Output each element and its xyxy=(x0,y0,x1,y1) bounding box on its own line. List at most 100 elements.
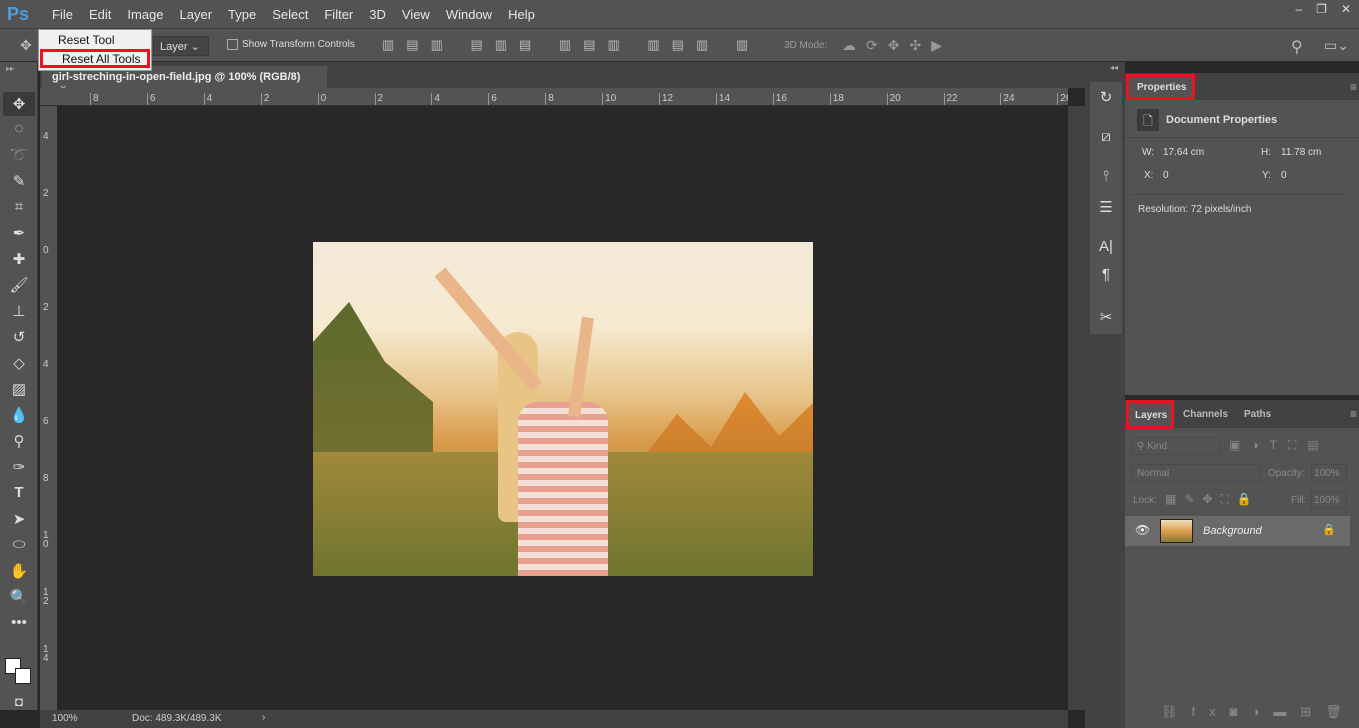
menu-3d[interactable]: 3D xyxy=(361,7,394,22)
menu-help[interactable]: Help xyxy=(500,7,543,22)
menu-file[interactable]: File xyxy=(44,7,81,22)
menu-edit[interactable]: Edit xyxy=(81,7,119,22)
menu-image[interactable]: Image xyxy=(119,7,171,22)
hand-tool-icon[interactable]: ✋ xyxy=(0,562,38,580)
lasso-tool-icon[interactable]: ➰ xyxy=(0,146,38,164)
tool-presets-icon[interactable]: ✂ xyxy=(1090,308,1122,326)
layer-thumbnail xyxy=(1160,519,1193,543)
move-tool-preset-icon[interactable]: ✥ xyxy=(20,37,32,54)
eraser-icon[interactable]: ◇ xyxy=(0,354,38,372)
zoom-tool-icon[interactable]: 🔍 xyxy=(0,588,38,606)
marquee-tool-icon[interactable]: ◌ xyxy=(0,120,38,137)
kind-label: Kind xyxy=(1147,441,1168,452)
eyedropper-icon[interactable]: ✒ xyxy=(0,224,38,242)
properties-panel: Properties ≡ 🗋 Document Properties W: 17… xyxy=(1125,73,1359,395)
properties-panel-icon[interactable]: ☰ xyxy=(1090,198,1122,216)
tab-channels[interactable]: Channels xyxy=(1183,409,1228,420)
status-menu-arrow[interactable]: › xyxy=(262,712,265,723)
filter-icons[interactable]: ▣◑T⛶▤ xyxy=(1229,438,1330,453)
ruler-tick-label: 4 xyxy=(431,93,440,105)
ruler-tick-label: 6 xyxy=(43,416,49,427)
crop-tool-icon[interactable]: ⌗ xyxy=(0,198,38,215)
auto-select-dropdown[interactable]: Layer ⌄ xyxy=(153,36,209,56)
menu-type[interactable]: Type xyxy=(220,7,264,22)
layer-name[interactable]: Background xyxy=(1203,525,1262,537)
layers-footer-icons[interactable]: ⛓fx◙◑▬⊞🗑 xyxy=(1161,704,1356,720)
adjustment-layer-icon[interactable]: ◑ xyxy=(1252,704,1274,719)
layer-row-background[interactable]: 👁 Background 🔒 xyxy=(1125,516,1350,546)
character-panel-icon[interactable]: A| xyxy=(1090,238,1122,255)
close-button[interactable]: ✕ xyxy=(1341,2,1351,16)
show-transform-checkbox[interactable] xyxy=(227,39,238,50)
height-value[interactable]: 11.78 cm xyxy=(1281,147,1321,158)
pen-tool-icon[interactable]: ✑ xyxy=(0,458,38,476)
gradient-icon[interactable]: ▨ xyxy=(0,380,38,398)
y-value[interactable]: 0 xyxy=(1281,170,1287,181)
align-icons[interactable]: ▥▤▥ ▤▥▤ ▥▤▥ ▥▤▥ ▥ xyxy=(382,37,760,53)
lock-icons[interactable]: ▦✎✥⛶🔒 xyxy=(1165,492,1260,507)
brush-settings-icon[interactable]: ⧄ xyxy=(1090,128,1122,145)
x-value[interactable]: 0 xyxy=(1163,170,1169,181)
ruler-tick-label: 8 xyxy=(545,93,554,105)
menu-window[interactable]: Window xyxy=(438,7,500,22)
tab-layers[interactable]: Layers xyxy=(1126,400,1174,429)
restore-button[interactable]: ❐ xyxy=(1316,2,1327,16)
new-layer-icon[interactable]: ⊞ xyxy=(1300,704,1325,719)
visibility-eye-icon[interactable]: 👁 xyxy=(1135,523,1150,537)
reset-all-tools-item[interactable]: Reset All Tools xyxy=(40,49,150,68)
link-layers-icon[interactable]: ⛓ xyxy=(1161,704,1192,719)
ellipse-tool-icon[interactable]: ⬭ xyxy=(0,536,38,553)
delete-layer-icon[interactable]: 🗑 xyxy=(1325,704,1356,719)
quick-mask-icon[interactable]: ◘ xyxy=(0,694,38,709)
menu-view[interactable]: View xyxy=(394,7,438,22)
tab-properties[interactable]: Properties xyxy=(1126,74,1195,100)
minimize-button[interactable]: – xyxy=(1295,2,1302,16)
search-icon[interactable]: ⚲ xyxy=(1291,37,1303,57)
menu-select[interactable]: Select xyxy=(264,7,316,22)
fill-label: Fill: xyxy=(1291,495,1307,506)
collapse-dock-icon[interactable]: ◂◂ xyxy=(1110,63,1118,72)
workspace-icon[interactable]: ▭⌄ xyxy=(1324,37,1349,54)
new-group-icon[interactable]: ▬ xyxy=(1273,704,1300,719)
quick-selection-icon[interactable]: ✎ xyxy=(0,172,38,190)
options-bar: ✥ Layer ⌄ Show Transform Controls ▥▤▥ ▤▥… xyxy=(0,28,1359,62)
ruler-tick-label: 1 0 xyxy=(43,530,49,550)
collapse-arrows-icon[interactable]: ▸▸ xyxy=(6,64,14,73)
paragraph-panel-icon[interactable]: ¶ xyxy=(1090,266,1122,283)
layers-panel: Layers Channels Paths ≡ ⚲ Kind ▣◑T⛶▤ Nor… xyxy=(1125,400,1359,728)
history-brush-icon[interactable]: ↺ xyxy=(0,328,38,346)
fill-input[interactable]: 100% xyxy=(1311,491,1347,509)
vertical-scrollbar[interactable] xyxy=(1068,106,1085,710)
background-color-swatch[interactable] xyxy=(15,668,31,684)
menu-filter[interactable]: Filter xyxy=(316,7,361,22)
dodge-icon[interactable]: ⚲ xyxy=(0,432,38,450)
brush-tool-icon[interactable]: 🖌 xyxy=(0,276,38,294)
move-tool-icon[interactable]: ✥ xyxy=(3,92,35,116)
tab-paths[interactable]: Paths xyxy=(1244,409,1271,420)
panel-menu-icon[interactable]: ≡ xyxy=(1350,80,1357,94)
blend-mode-dropdown[interactable]: Normal xyxy=(1131,464,1260,482)
zoom-level[interactable]: 100% xyxy=(52,713,78,724)
path-selection-icon[interactable]: ➤ xyxy=(0,510,38,528)
reset-tool-item[interactable]: Reset Tool xyxy=(39,30,151,49)
horizontal-ruler: 864202468101214161820222426 xyxy=(40,88,1068,106)
panel-menu-icon[interactable]: ≡ xyxy=(1350,407,1357,421)
healing-brush-icon[interactable]: ✚ xyxy=(0,250,38,268)
adjustments-icon[interactable]: ⫯ xyxy=(1090,168,1122,185)
girl-shirt xyxy=(518,402,608,576)
clone-stamp-icon[interactable]: ⊥ xyxy=(0,302,38,320)
more-tools-icon[interactable]: ••• xyxy=(0,614,38,631)
add-mask-icon[interactable]: ◙ xyxy=(1230,704,1252,719)
document-image[interactable] xyxy=(313,242,813,576)
opacity-input[interactable]: 100% xyxy=(1311,464,1347,482)
fx-icon[interactable]: fx xyxy=(1192,704,1230,719)
blur-icon[interactable]: 💧 xyxy=(0,406,38,424)
3d-mode-icons[interactable]: ☁⟳✥✣▶ xyxy=(842,37,952,54)
type-tool-icon[interactable]: T xyxy=(0,484,38,501)
history-panel-icon[interactable]: ↻ xyxy=(1090,88,1122,106)
kind-filter-dropdown[interactable]: ⚲ Kind xyxy=(1131,437,1220,455)
ruler-tick-label: 8 xyxy=(90,93,99,105)
doc-size: Doc: 489.3K/489.3K xyxy=(132,713,222,724)
width-value[interactable]: 17.64 cm xyxy=(1163,147,1204,158)
menu-layer[interactable]: Layer xyxy=(172,7,221,22)
